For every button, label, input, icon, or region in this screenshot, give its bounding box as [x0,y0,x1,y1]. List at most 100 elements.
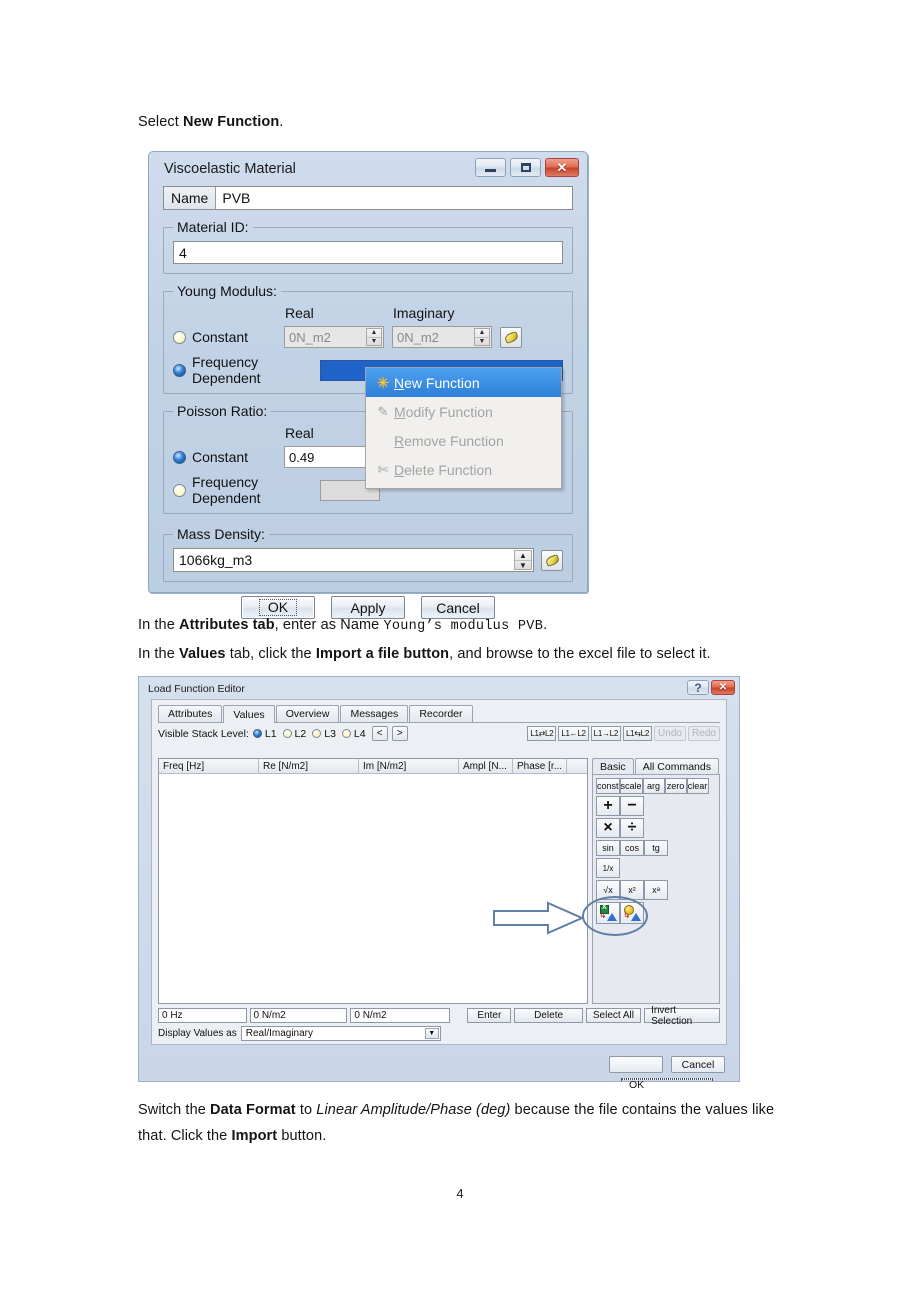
stack-l1-label: L1 [264,727,277,740]
calc-plus-button[interactable]: + [596,796,620,816]
stack-op-copy-right-button[interactable]: L1→L2 [590,726,621,741]
value-entry-row: 0 Hz 0 N/m2 0 N/m2 Enter Delete Select A… [158,1005,720,1027]
help-button[interactable]: ? [687,680,709,695]
calc-clear-button[interactable]: clear [686,778,709,794]
young-imag-spinner[interactable]: ▲ ▼ [474,328,490,346]
column-ampl[interactable]: Ampl [N... [459,759,513,773]
stack-l4-radio[interactable] [341,729,351,738]
close-button[interactable]: ✕ [545,158,579,177]
stack-level-l2[interactable]: L2 [282,728,306,740]
para2-pre: In the [138,617,180,633]
editor-tab-strip[interactable]: Attributes Values Overview Messages Reco… [152,700,726,723]
poisson-frequency-radio[interactable] [173,483,186,497]
tab-overview[interactable]: Overview [275,705,340,722]
values-table[interactable]: Freq [Hz] Re [N/m2] Im [N/m2] Ampl [N...… [158,758,588,1004]
stack-prev-button[interactable]: < [371,726,388,741]
young-constant-radio[interactable] [173,330,186,344]
mass-density-edit-button[interactable] [541,549,563,571]
dialog2-window-buttons: ? ✕ [687,680,735,695]
tab-messages[interactable]: Messages [340,705,409,722]
calc-scale-button[interactable]: scale [619,778,643,794]
im-entry-input[interactable]: 0 N/m2 [350,1008,451,1023]
minimize-button[interactable] [475,158,506,177]
dialog2-titlebar[interactable]: Load Function Editor ? ✕ [141,679,737,698]
menu-item-modify-function[interactable]: ✎ Modify Function [366,397,561,426]
function-context-menu[interactable]: ✳ New Function ✎ Modify Function Remove … [365,367,562,489]
undo-button[interactable]: Undo [654,726,686,741]
freq-entry-input[interactable]: 0 Hz [158,1008,247,1023]
tab-values[interactable]: Values [223,705,275,723]
enter-button[interactable]: Enter [467,1008,512,1023]
column-re[interactable]: Re [N/m2] [259,759,359,773]
stack-op-copy-left-button[interactable]: L1←L2 [558,726,589,741]
tab-recorder[interactable]: Recorder [409,705,473,722]
para3-pre: In the [138,646,180,662]
calculator-tab-strip[interactable]: Basic All Commands [592,758,720,774]
dialog2-ok-button[interactable]: OK [609,1056,713,1091]
display-values-select[interactable]: Real/Imaginary ▼ [240,1026,441,1041]
calc-divide-button[interactable]: ÷ [620,818,644,838]
mass-density-spinner[interactable]: ▲ ▼ [514,550,532,570]
tab-attributes[interactable]: Attributes [158,705,223,722]
column-phase[interactable]: Phase [r... [513,759,567,773]
stack-next-button[interactable]: > [391,726,408,741]
menu-item-new-function[interactable]: ✳ New Function [366,368,561,397]
calc-row-3: × ÷ [596,818,716,838]
name-field-row[interactable]: Name PVB [163,186,573,210]
re-entry-input[interactable]: 0 N/m2 [249,1008,348,1023]
young-imag-input[interactable]: 0N_m2 ▲ ▼ [392,326,492,348]
maximize-button[interactable] [510,158,541,177]
load-function-editor-dialog[interactable]: Load Function Editor ? ✕ Attributes Valu… [138,676,740,1091]
para2-bold-attributes-tab: Attributes tab [179,617,275,633]
calc-zero-button[interactable]: zero [664,778,687,794]
stack-op-swap-button[interactable]: L1⇄L2 [527,726,557,741]
select-all-button[interactable]: Select All [585,1008,642,1023]
minimize-icon [485,169,496,172]
stack-op-exchange-button[interactable]: L1⇆L2 [622,726,652,741]
calc-arg-button[interactable]: arg [642,778,665,794]
column-freq[interactable]: Freq [Hz] [159,759,259,773]
delete-button[interactable]: Delete [514,1008,583,1023]
name-label: Name [164,187,217,209]
poisson-constant-radio[interactable] [173,450,186,464]
young-real-input[interactable]: 0N_m2 ▲ ▼ [284,326,384,348]
material-id-input[interactable]: 4 [173,241,563,264]
tab-basic[interactable]: Basic [592,758,634,774]
redo-button[interactable]: Redo [688,726,720,741]
chevron-down-icon[interactable]: ▼ [424,1028,439,1039]
calc-minus-button[interactable]: − [620,796,644,816]
young-constant-row[interactable]: Constant 0N_m2 ▲ ▼ 0N_m2 ▲ ▼ [173,326,563,348]
calc-multiply-button[interactable]: × [596,818,620,838]
apply-button[interactable]: Apply [331,596,405,619]
young-frequency-radio[interactable] [173,363,186,377]
young-edit-button[interactable] [500,326,522,348]
menu-item-remove-function-label: Remove Function [394,432,504,449]
menu-item-remove-function[interactable]: Remove Function [366,426,561,455]
menu-item-delete-function[interactable]: ✄ Delete Function [366,455,561,484]
column-im[interactable]: Im [N/m2] [359,759,459,773]
dialog1-titlebar[interactable]: Viscoelastic Material ✕ [153,156,583,182]
calc-cos-button[interactable]: cos [620,840,644,856]
dialog2-cancel-button[interactable]: Cancel [671,1056,725,1073]
stack-l2-radio[interactable] [282,729,292,738]
calc-tg-button[interactable]: tg [644,840,668,856]
stack-level-l1[interactable]: L1 [252,727,277,740]
calc-sin-button[interactable]: sin [596,840,620,856]
young-real-spinner[interactable]: ▲ ▼ [366,328,382,346]
stack-l1-radio[interactable] [252,729,262,738]
column-extra[interactable] [567,759,587,773]
name-input[interactable]: PVB [216,187,572,209]
invert-selection-button[interactable]: Invert Selection [644,1005,720,1027]
calc-reciprocal-button[interactable]: 1/x [596,858,620,878]
values-table-body[interactable] [159,774,587,1003]
ok-button[interactable]: OK [241,596,315,619]
calc-const-button[interactable]: const [596,778,620,794]
mass-density-input[interactable]: 1066kg_m3 ▲ ▼ [173,548,534,572]
stack-level-l4[interactable]: L4 [341,728,366,740]
tab-all-commands[interactable]: All Commands [634,758,719,774]
cancel-button[interactable]: Cancel [421,596,495,619]
close-button[interactable]: ✕ [711,680,735,695]
stack-level-l3[interactable]: L3 [312,728,336,740]
stack-l3-radio[interactable] [312,729,322,738]
calc-power-button[interactable]: xᵃ [644,880,668,900]
